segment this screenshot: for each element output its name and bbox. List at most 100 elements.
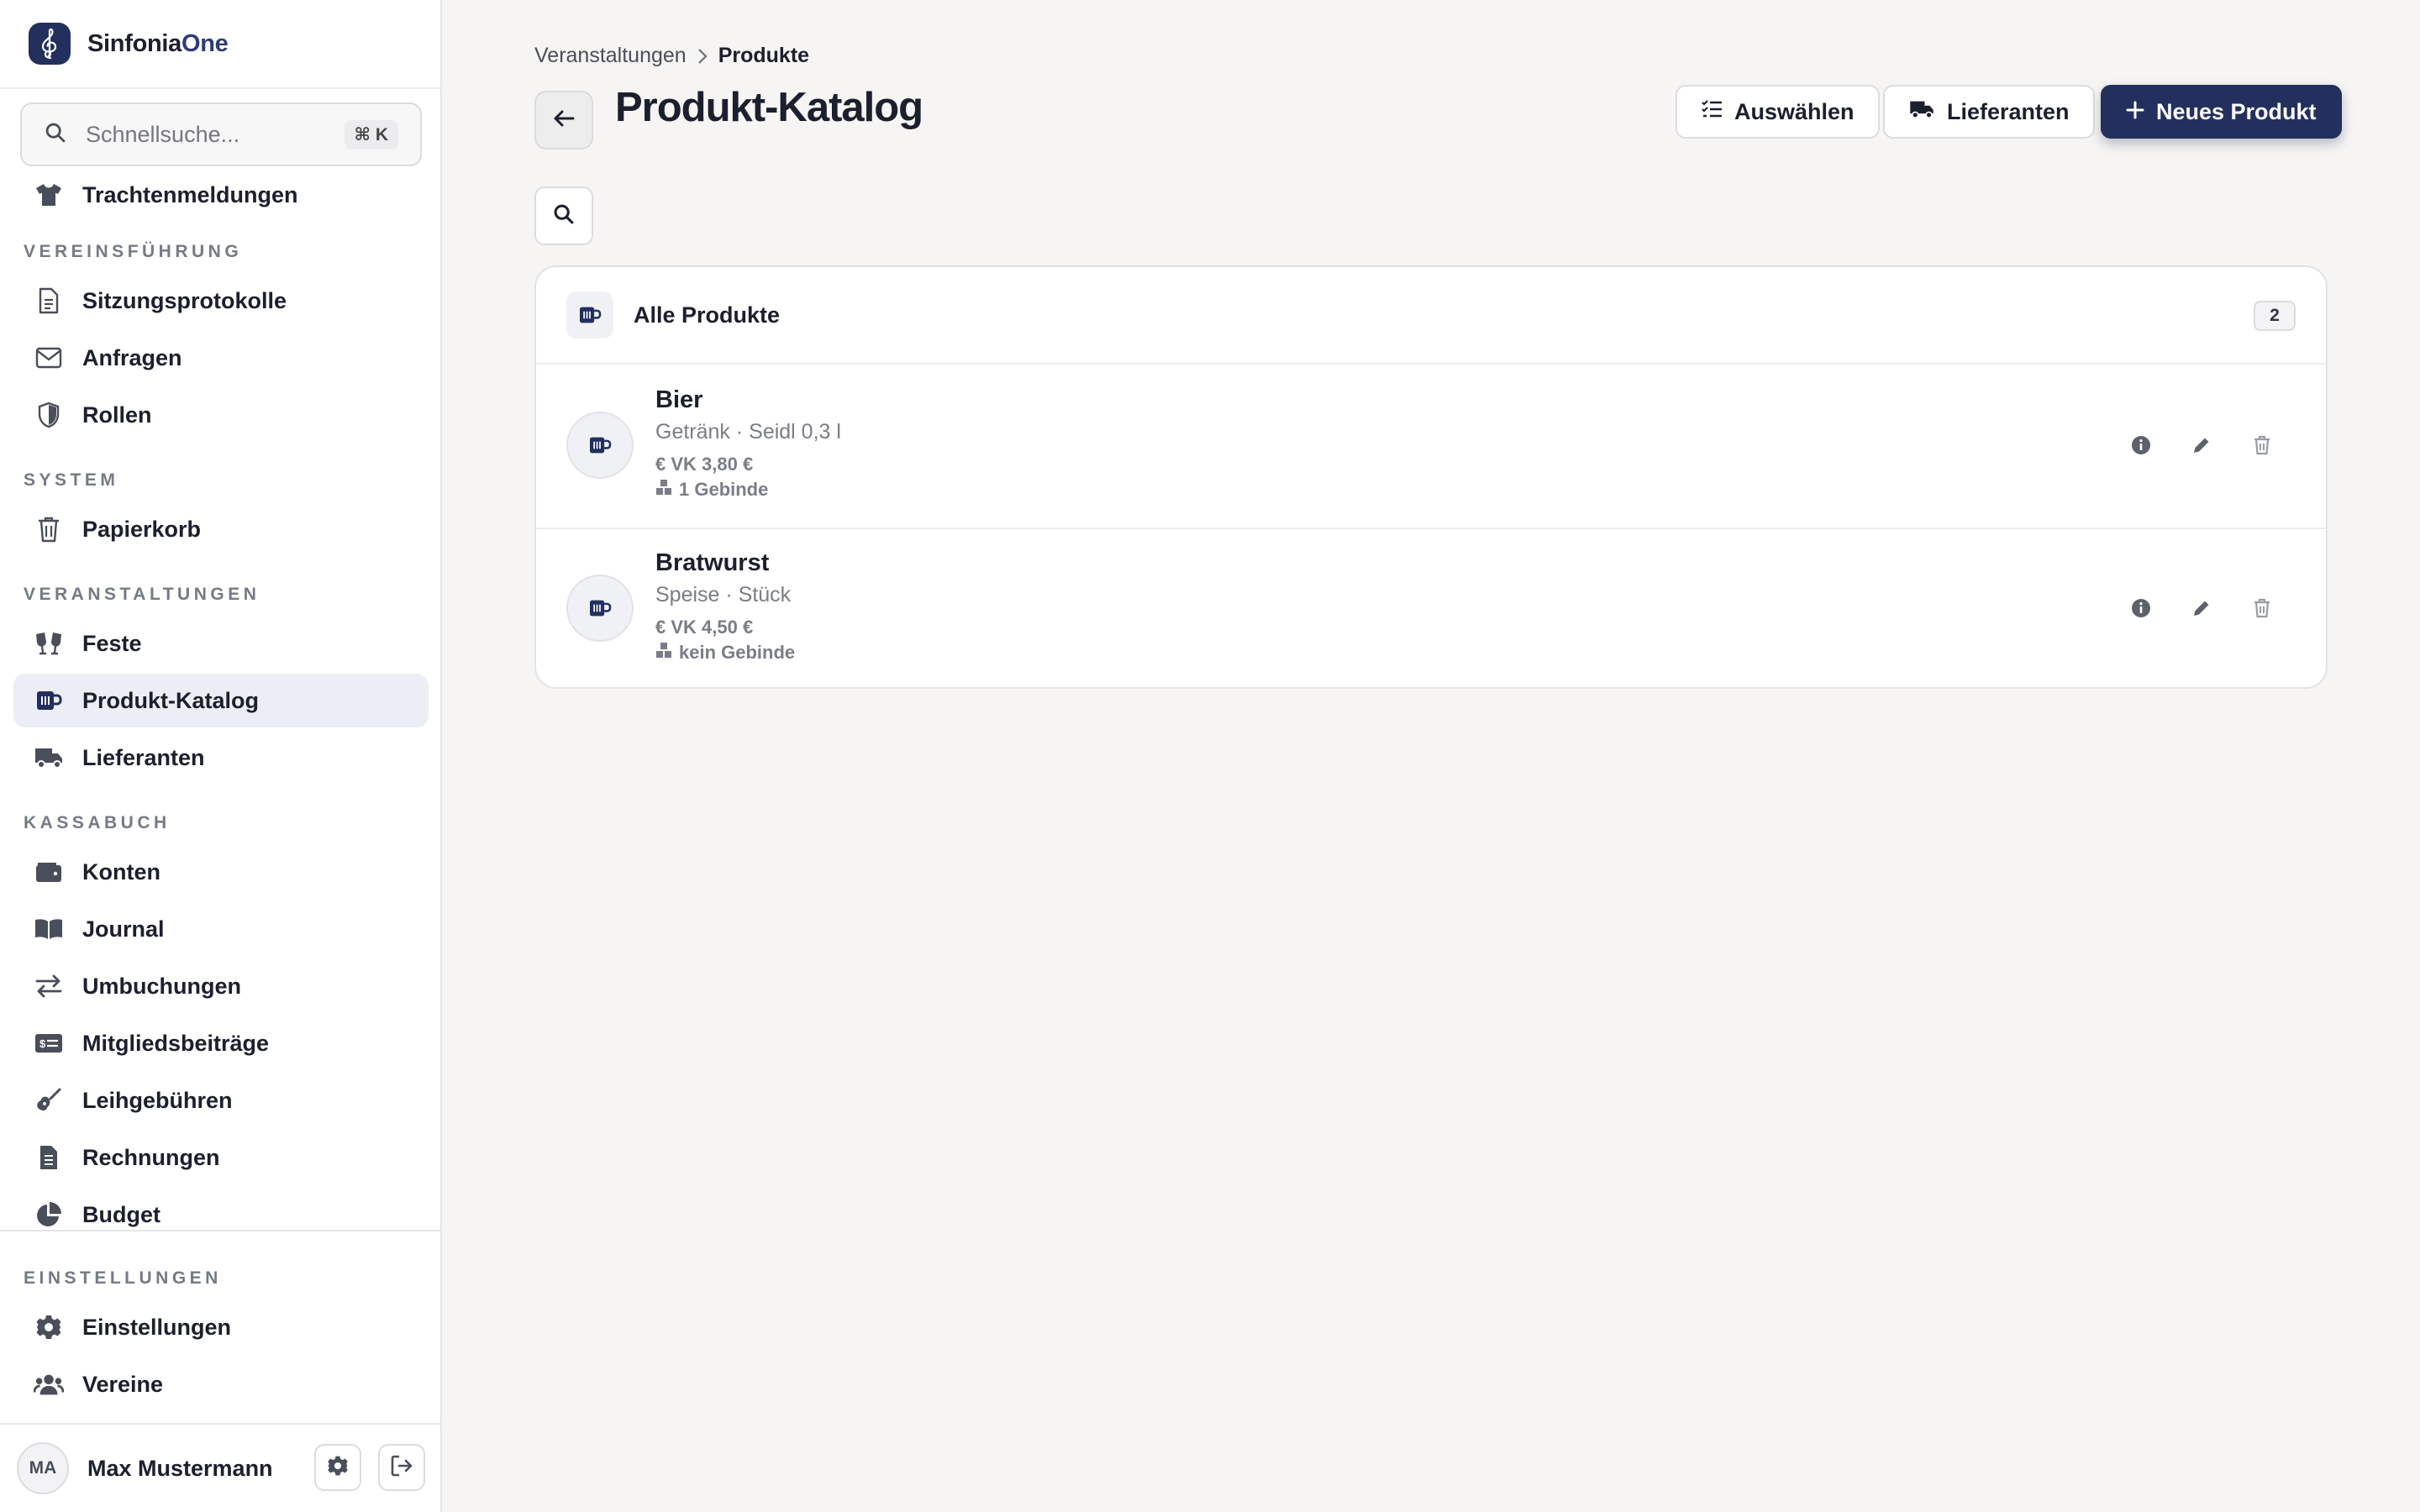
- avatar[interactable]: MA: [17, 1442, 69, 1494]
- section-system: SYSTEM: [24, 470, 119, 490]
- sidebar-item-journal[interactable]: Journal: [13, 902, 429, 956]
- pie-chart-icon: [34, 1200, 64, 1228]
- product-price: € VK 4,50 €: [655, 617, 754, 638]
- plus-icon: [2126, 99, 2144, 125]
- user-name: Max Mustermann: [87, 1455, 273, 1481]
- delete-button[interactable]: [2245, 593, 2279, 627]
- section-vereinsfuehrung: VEREINSFÜHRUNG: [24, 242, 243, 261]
- search-placeholder: Schnellsuche...: [86, 121, 240, 147]
- product-row[interactable]: Bratwurst Speise · Stück € VK 4,50 € kei…: [536, 528, 2326, 687]
- pencil-icon: [2191, 598, 2212, 622]
- search-shortcut: ⌘ K: [344, 119, 398, 150]
- sidebar-item-rechnungen[interactable]: Rechnungen: [13, 1131, 429, 1184]
- pencil-icon: [2191, 435, 2212, 459]
- sidebar-item-anfragen[interactable]: Anfragen: [13, 331, 429, 385]
- suppliers-button[interactable]: Lieferanten: [1883, 85, 2095, 139]
- arrow-left-icon: [553, 109, 575, 132]
- search-icon: [44, 121, 67, 149]
- sidebar-item-konten[interactable]: Konten: [13, 845, 429, 899]
- section-kassabuch: KASSABUCH: [24, 813, 171, 832]
- trash-icon: [34, 514, 64, 544]
- sidebar-item-vereine[interactable]: Vereine: [13, 1357, 429, 1411]
- section-einstellungen: EINSTELLUNGEN: [24, 1268, 222, 1288]
- sidebar: SinfoniaOne Schnellsuche... ⌘ K Trachten…: [0, 0, 442, 1512]
- brand[interactable]: SinfoniaOne: [0, 0, 440, 89]
- sidebar-item-sitzungsprotokolle[interactable]: Sitzungsprotokolle: [13, 274, 429, 328]
- info-icon: [2131, 435, 2151, 459]
- chevron-right-icon: [697, 47, 708, 66]
- logout-button[interactable]: [378, 1444, 425, 1491]
- section-veranstaltungen: VERANSTALTUNGEN: [24, 585, 260, 604]
- app-name: SinfoniaOne: [87, 29, 229, 57]
- new-product-button[interactable]: Neues Produkt: [2101, 85, 2342, 139]
- wallet-icon: [34, 857, 64, 887]
- back-button[interactable]: [534, 91, 593, 150]
- trash-icon: [2253, 435, 2271, 459]
- product-subtitle: Getränk · Seidl 0,3 l: [655, 420, 841, 444]
- info-button[interactable]: [2124, 430, 2158, 464]
- gear-icon: [327, 1455, 349, 1481]
- select-button[interactable]: Auswählen: [1676, 85, 1880, 139]
- product-search-button[interactable]: [534, 186, 593, 245]
- page-title: Produkt-Katalog: [615, 85, 923, 130]
- sidebar-item-leihgebuehren[interactable]: Leihgebühren: [13, 1074, 429, 1127]
- trash-icon: [2253, 598, 2271, 622]
- mug-icon: [566, 291, 613, 339]
- mug-icon: [566, 412, 634, 479]
- delete-button[interactable]: [2245, 430, 2279, 464]
- product-name: Bratwurst: [655, 549, 770, 576]
- product-catalog-card: Alle Produkte 2 Bier Getränk · Seidl 0,3…: [534, 265, 2328, 689]
- shield-icon: [34, 400, 64, 430]
- guitar-icon: [34, 1085, 64, 1116]
- edit-button[interactable]: [2185, 430, 2218, 464]
- user-settings-button[interactable]: [314, 1444, 361, 1491]
- mug-icon: [566, 575, 634, 642]
- sidebar-item-feste[interactable]: Feste: [13, 617, 429, 670]
- sidebar-item-einstellungen[interactable]: Einstellungen: [13, 1300, 429, 1354]
- invoice-icon: [34, 1142, 64, 1173]
- catalog-group-header[interactable]: Alle Produkte 2: [536, 267, 2326, 365]
- truck-icon: [34, 743, 64, 773]
- users-icon: [34, 1369, 64, 1399]
- sidebar-divider: [0, 1230, 440, 1231]
- book-icon: [34, 914, 64, 944]
- sidebar-item-trachtenmeldungen[interactable]: Trachtenmeldungen: [13, 168, 429, 222]
- product-row[interactable]: Bier Getränk · Seidl 0,3 l € VK 3,80 € 1…: [536, 365, 2326, 528]
- nav-list[interactable]: Trachtenmeldungen VEREINSFÜHRUNG Sitzung…: [0, 168, 440, 1228]
- logout-icon: [390, 1454, 413, 1482]
- sidebar-item-mitgliedsbeitraege[interactable]: $ Mitgliedsbeiträge: [13, 1016, 429, 1070]
- group-title: Alle Produkte: [634, 302, 781, 328]
- shirt-icon: [34, 180, 64, 210]
- product-packaging: kein Gebinde: [655, 642, 795, 664]
- sidebar-item-budget[interactable]: Budget: [13, 1188, 429, 1228]
- money-card-icon: $: [34, 1028, 64, 1058]
- transfer-icon: [34, 971, 64, 1001]
- glasses-cheers-icon: [34, 628, 64, 659]
- svg-text:$: $: [39, 1037, 46, 1050]
- cubes-icon: [655, 479, 672, 501]
- sidebar-item-produkt-katalog[interactable]: Produkt-Katalog: [13, 674, 429, 727]
- info-icon: [2131, 598, 2151, 622]
- product-name: Bier: [655, 386, 703, 413]
- treble-clef-logo-icon: [29, 23, 71, 65]
- user-bar: MA Max Mustermann: [0, 1423, 440, 1512]
- product-packaging: 1 Gebinde: [655, 479, 768, 501]
- edit-button[interactable]: [2185, 593, 2218, 627]
- sidebar-item-rollen[interactable]: Rollen: [13, 388, 429, 442]
- truck-icon: [1908, 99, 1935, 125]
- sidebar-item-umbuchungen[interactable]: Umbuchungen: [13, 959, 429, 1013]
- sidebar-item-lieferanten[interactable]: Lieferanten: [13, 731, 429, 785]
- search-icon: [552, 202, 576, 230]
- info-button[interactable]: [2124, 593, 2158, 627]
- breadcrumb-current: Produkte: [718, 44, 810, 67]
- cubes-icon: [655, 642, 672, 664]
- product-count-badge: 2: [2254, 301, 2296, 331]
- quick-search[interactable]: Schnellsuche... ⌘ K: [20, 102, 422, 166]
- product-subtitle: Speise · Stück: [655, 583, 792, 606]
- breadcrumb-parent[interactable]: Veranstaltungen: [534, 44, 687, 68]
- sidebar-item-papierkorb[interactable]: Papierkorb: [13, 502, 429, 556]
- document-icon: [34, 286, 64, 316]
- envelope-icon: [34, 343, 64, 373]
- breadcrumb: Veranstaltungen Produkte: [534, 44, 809, 68]
- checklist-icon: [1701, 99, 1723, 125]
